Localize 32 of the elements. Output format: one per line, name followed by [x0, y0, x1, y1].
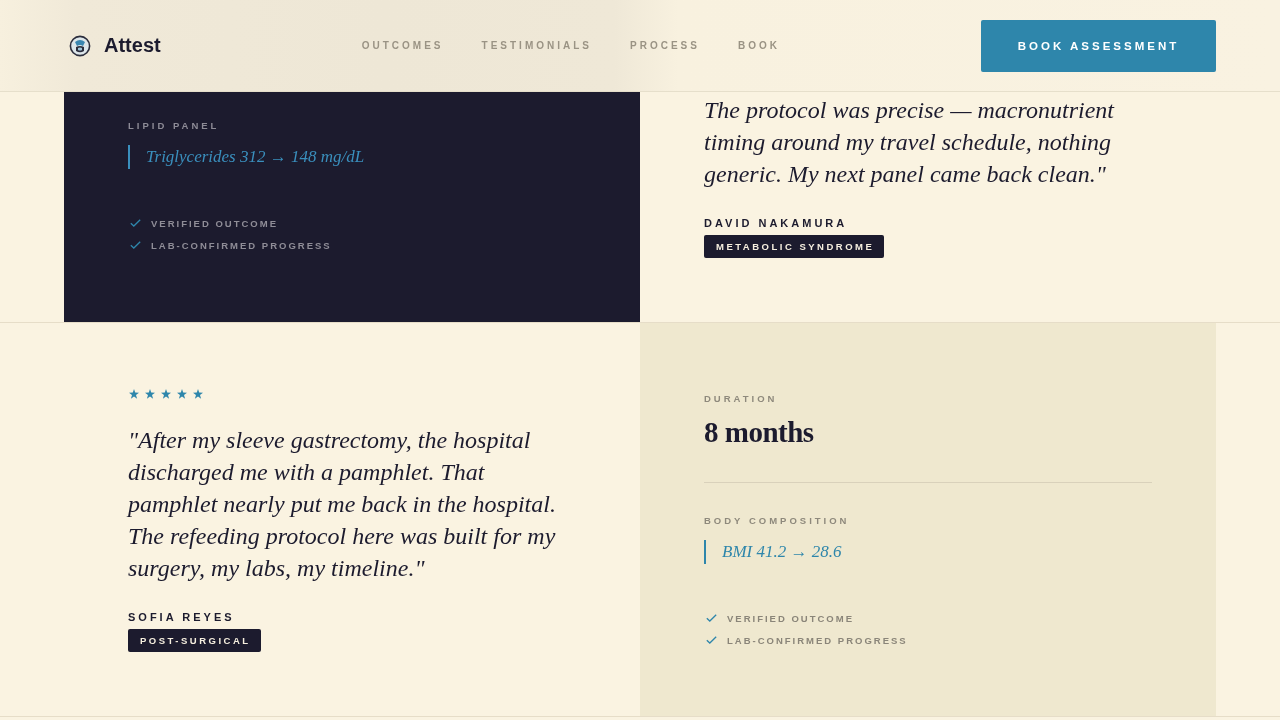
emblem-icon	[69, 34, 91, 57]
star-icon	[177, 389, 187, 399]
condition-tag: METABOLIC SYNDROME	[704, 235, 885, 258]
verification-label: LAB-CONFIRMED PROGRESS	[151, 239, 332, 251]
nav-link[interactable]: OUTCOMES	[361, 40, 444, 51]
check-icon	[130, 241, 141, 249]
star-icon	[193, 389, 203, 399]
nav-link[interactable]: TESTIMONIALS	[481, 40, 592, 51]
author-name: DAVID NAKAMURA	[704, 216, 848, 230]
check-icon	[706, 614, 717, 622]
metric-label: DURATION	[704, 393, 778, 405]
metric-label: LIPID PANEL	[128, 120, 220, 132]
metric-reading: Triglycerides 312 → 148 mg/dL	[128, 145, 365, 169]
brand-name[interactable]: Attest	[104, 34, 161, 57]
check-icon	[130, 219, 141, 227]
nav-link[interactable]: BOOK	[737, 40, 780, 51]
stat-value: 8 months	[704, 415, 814, 450]
verification-label: LAB-CONFIRMED PROGRESS	[727, 634, 908, 646]
book-assessment-button[interactable]: BOOK ASSESSMENT	[981, 19, 1216, 72]
star-icon	[129, 389, 139, 399]
condition-tag: POST-SURGICAL	[128, 629, 261, 652]
author-name: SOFIA REYES	[128, 610, 235, 624]
verification-label: VERIFIED OUTCOME	[727, 612, 854, 624]
verification-label: VERIFIED OUTCOME	[151, 217, 278, 229]
star-icon	[161, 389, 171, 399]
metric-label: BODY COMPOSITION	[704, 515, 850, 527]
check-icon	[706, 636, 717, 644]
nav-link[interactable]: PROCESS	[630, 40, 700, 51]
metric-reading: BMI 41.2 → 28.6	[704, 540, 842, 564]
star-icon	[145, 389, 155, 399]
testimonial-quote: The protocol was precise — macronutrient timing around my travel schedule, nothing generic. My next panel came back clean."	[704, 96, 1116, 189]
testimonial-quote: "After my sleeve gastrectomy, the hospital discharged me with a pamphlet. That pamphlet nearly put me back in the hospital. The refeeding protocol here was built for my surgery, my labs, my timeline."	[128, 426, 557, 583]
